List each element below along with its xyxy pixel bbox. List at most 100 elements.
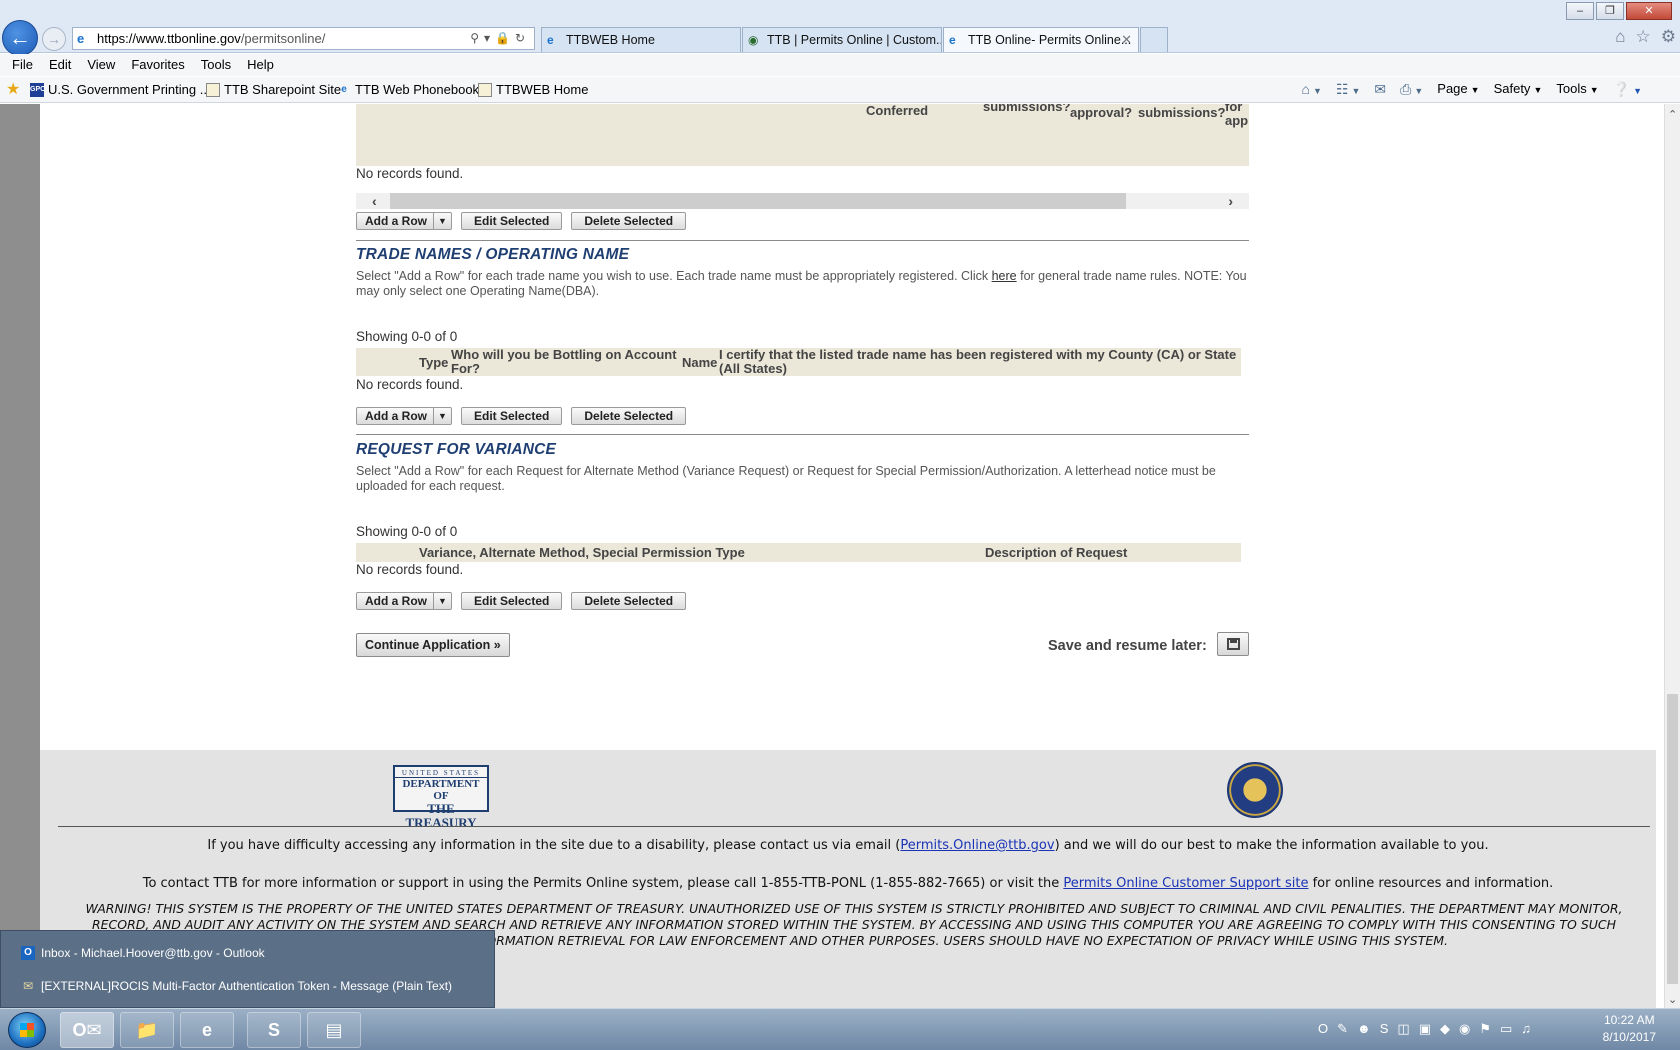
vertical-scrollbar[interactable]: ⌃ ⌄: [1664, 104, 1680, 1008]
popup-message-item[interactable]: ✉ [EXTERNAL]ROCIS Multi-Factor Authentic…: [21, 979, 452, 993]
close-tab-icon[interactable]: ✕: [1121, 28, 1132, 52]
outlook-tray-icon[interactable]: O: [1318, 1021, 1328, 1037]
minimize-button[interactable]: –: [1566, 2, 1594, 20]
browser-titlebar: ← → e https://www.ttbonline.gov/permitso…: [0, 0, 1680, 56]
new-tab-button[interactable]: [1140, 27, 1168, 52]
tools-menu[interactable]: Tools ▼: [1556, 81, 1598, 98]
tools-menu-label: Tools: [1556, 81, 1587, 96]
horizontal-scrollbar[interactable]: ‹ ›: [356, 193, 1249, 209]
address-tools[interactable]: ⚲▾🔒↻: [470, 28, 530, 49]
section-divider: [356, 240, 1249, 241]
home-icon[interactable]: ⌂: [1615, 27, 1625, 47]
user-tray-icon[interactable]: ☻: [1357, 1021, 1371, 1037]
favorites-star-icon[interactable]: ★: [6, 81, 20, 99]
add-row-button[interactable]: Add a Row ▼: [356, 212, 452, 230]
scroll-thumb[interactable]: [390, 193, 1126, 209]
save-resume-button[interactable]: [1217, 632, 1249, 656]
mail-icon[interactable]: ✉: [1374, 81, 1386, 98]
close-window-button[interactable]: ✕: [1626, 2, 1672, 20]
scroll-thumb[interactable]: [1667, 694, 1678, 984]
treasury-seal-icon: [1227, 762, 1283, 818]
trade-name-rules-link[interactable]: here: [992, 269, 1017, 283]
customer-support-link[interactable]: Permits Online Customer Support site: [1063, 876, 1308, 891]
volume-tray-icon[interactable]: ♫: [1521, 1021, 1531, 1037]
pen-tray-icon[interactable]: ✎: [1337, 1021, 1348, 1037]
tab-permits-online-support[interactable]: ◉ TTB | Permits Online | Custom...: [742, 27, 942, 52]
favorites-star-icon[interactable]: ☆: [1636, 27, 1651, 47]
add-row-label: Add a Row: [365, 594, 427, 608]
menu-file[interactable]: File: [4, 54, 41, 76]
trade-names-buttons: Add a Row ▼ Edit Selected Delete Selected: [356, 407, 687, 425]
favorite-label: TTB Web Phonebook: [355, 82, 480, 97]
safety-menu[interactable]: Safety ▼: [1494, 81, 1543, 98]
tab-label: TTBWEB Home: [566, 33, 655, 47]
favorite-phonebook[interactable]: e TTB Web Phonebook: [337, 82, 479, 97]
shield-tray-icon[interactable]: ◆: [1440, 1021, 1450, 1037]
clock-time: 10:22 AM: [1603, 1013, 1655, 1027]
restore-button[interactable]: ❐: [1596, 2, 1624, 20]
forward-button[interactable]: →: [42, 27, 66, 51]
edit-selected-button[interactable]: Edit Selected: [461, 407, 563, 425]
dropdown-arrow-icon[interactable]: ▼: [433, 408, 451, 424]
variance-buttons: Add a Row ▼ Edit Selected Delete Selected: [356, 592, 687, 610]
print-icon[interactable]: ⎙ ▼: [1400, 81, 1423, 98]
popup-item-label: [EXTERNAL]ROCIS Multi-Factor Authenticat…: [41, 979, 453, 993]
home-icon[interactable]: ⌂ ▼: [1302, 81, 1322, 98]
back-button[interactable]: ←: [2, 20, 38, 56]
variance-empty: No records found.: [356, 562, 464, 577]
col-conferred: Conferred: [866, 104, 929, 118]
contact-notice: To contact TTB for more information or s…: [40, 876, 1656, 891]
skype-tray-icon[interactable]: S: [1380, 1021, 1389, 1037]
add-row-button[interactable]: Add a Row ▼: [356, 407, 452, 425]
menu-tools[interactable]: Tools: [193, 54, 239, 76]
scroll-left-icon[interactable]: ‹: [372, 193, 377, 209]
delete-selected-button[interactable]: Delete Selected: [571, 592, 687, 610]
menu-favorites[interactable]: Favorites: [123, 54, 192, 76]
notice-text: ) and we will do our best to make the in…: [1054, 838, 1489, 853]
favorite-gpo[interactable]: GPO U.S. Government Printing ...: [30, 82, 211, 97]
scroll-right-icon[interactable]: ›: [1228, 193, 1233, 209]
feeds-icon[interactable]: ☷ ▼: [1336, 81, 1360, 98]
dropdown-arrow-icon[interactable]: ▼: [433, 213, 451, 229]
save-resume-label: Save and resume later:: [1048, 638, 1207, 654]
edit-selected-button[interactable]: Edit Selected: [461, 212, 563, 230]
menu-help[interactable]: Help: [239, 54, 282, 76]
favorite-ttbweb-home[interactable]: TTBWEB Home: [478, 82, 588, 97]
help-icon[interactable]: ❔ ▼: [1613, 81, 1642, 98]
menu-view[interactable]: View: [79, 54, 123, 76]
internet-explorer-taskbar-icon[interactable]: e: [180, 1012, 234, 1048]
desc-text: Select "Add a Row" for each trade name y…: [356, 269, 992, 283]
app-tray-icon[interactable]: ▣: [1419, 1021, 1431, 1037]
outlook-taskbar-icon[interactable]: O✉: [60, 1012, 114, 1048]
support-email-link[interactable]: Permits.Online@ttb.gov: [900, 838, 1054, 853]
ie-icon: e: [949, 33, 956, 47]
address-bar[interactable]: e https://www.ttbonline.gov/permitsonlin…: [72, 27, 535, 50]
dropdown-arrow-icon[interactable]: ▼: [433, 593, 451, 609]
tab-ttbweb-home[interactable]: e TTBWEB Home: [541, 27, 741, 52]
delete-selected-button[interactable]: Delete Selected: [571, 212, 687, 230]
skype-taskbar-icon[interactable]: S: [247, 1012, 301, 1048]
file-explorer-taskbar-icon[interactable]: 📁: [120, 1012, 174, 1048]
tab-ttb-online[interactable]: e TTB Online- Permits Online... ✕: [943, 27, 1139, 52]
popup-inbox-item[interactable]: O Inbox - Michael.Hoover@ttb.gov - Outlo…: [21, 946, 265, 960]
continue-application-button[interactable]: Continue Application »: [356, 633, 510, 657]
favorite-sharepoint[interactable]: TTB Sharepoint Site: [206, 82, 341, 97]
monitor-tray-icon[interactable]: ▭: [1500, 1021, 1512, 1037]
flag-tray-icon[interactable]: ⚑: [1479, 1021, 1491, 1037]
delete-selected-button[interactable]: Delete Selected: [571, 407, 687, 425]
command-bar: ⌂ ▼ ☷ ▼ ✉ ⎙ ▼ Page ▼ Safety ▼ Tools ▼ ❔ ▼: [1302, 81, 1642, 98]
gear-icon[interactable]: ⚙: [1661, 27, 1676, 47]
page-menu[interactable]: Page ▼: [1437, 81, 1479, 98]
scroll-up-icon[interactable]: ⌃: [1668, 108, 1677, 121]
start-button[interactable]: [8, 1012, 46, 1048]
chrome-tray-icon[interactable]: ◉: [1459, 1021, 1470, 1037]
doc-icon: [478, 83, 492, 97]
network-tray-icon[interactable]: ◫: [1397, 1021, 1409, 1037]
edit-selected-button[interactable]: Edit Selected: [461, 592, 563, 610]
scroll-down-icon[interactable]: ⌄: [1668, 993, 1677, 1006]
logo-line: UNITED STATES: [395, 769, 487, 778]
taskbar-clock[interactable]: 10:22 AM 8/10/2017: [1603, 1012, 1656, 1046]
add-row-button[interactable]: Add a Row ▼: [356, 592, 452, 610]
notepad-taskbar-icon[interactable]: ▤: [307, 1012, 361, 1048]
menu-edit[interactable]: Edit: [41, 54, 79, 76]
